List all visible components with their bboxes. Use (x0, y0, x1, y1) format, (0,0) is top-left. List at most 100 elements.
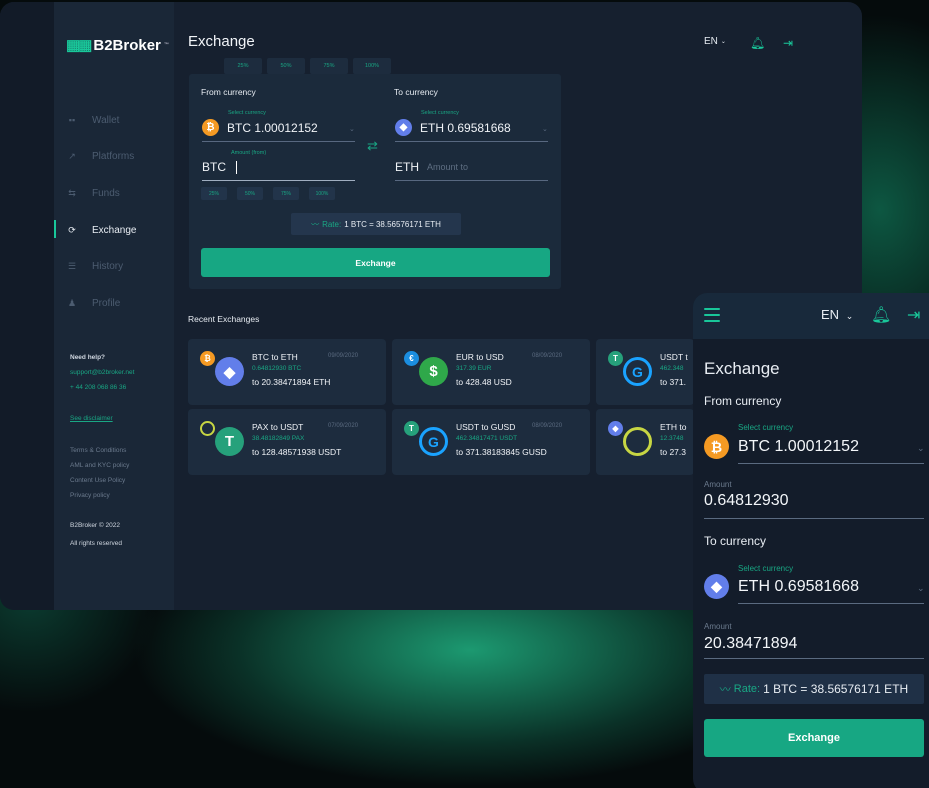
from-currency-label: From currency (201, 87, 256, 97)
rate-value: 1 BTC = 38.56576171 ETH (763, 682, 909, 696)
sidebar-gutter (0, 2, 54, 610)
sidebar-item-profile[interactable]: ♟ Profile (66, 293, 120, 313)
pct-25-tab[interactable]: 25% (224, 58, 262, 74)
logout-icon[interactable]: ⇥ (907, 305, 920, 325)
amount-to-input[interactable]: ETH Amount to (395, 160, 468, 174)
logo-text: B2Broker (93, 36, 161, 54)
to-currency-select[interactable]: ◆ ETH 0.69581668 (395, 119, 511, 136)
sidebar-item-label: Funds (92, 187, 120, 199)
pct-75-button[interactable]: 75% (273, 187, 299, 200)
pct-50-button[interactable]: 50% (237, 187, 263, 200)
to-currency-label: To currency (394, 87, 438, 97)
pct-75-tab[interactable]: 75% (310, 58, 348, 74)
exchange-date: 07/09/2020 (328, 423, 359, 429)
language-selector[interactable]: EN ⌄ (704, 36, 726, 47)
sidebar-item-label: Platforms (92, 150, 135, 162)
to-currency-value: ETH 0.69581668 (420, 120, 511, 135)
bitcoin-icon: ₿ (200, 351, 215, 366)
exchange-history-card[interactable]: € $ EUR to USD 08/09/2020 317.39 EUR to … (392, 339, 590, 405)
gusd-icon: G (419, 427, 448, 456)
euro-icon: € (404, 351, 419, 366)
chevron-down-icon: ⌄ (349, 126, 355, 133)
exchange-to-amount: to 20.38471894 ETH (252, 377, 331, 387)
exchange-date: 08/09/2020 (532, 353, 563, 359)
pct-100-tab[interactable]: 100% (353, 58, 391, 74)
trend-icon: 〰 (719, 684, 731, 696)
sidebar-item-history[interactable]: ☰ History (66, 256, 123, 276)
logo[interactable]: ▦▦ B2Broker ™ (66, 36, 169, 55)
help-title: Need help? (70, 354, 106, 361)
amount-label: Amount (704, 480, 732, 489)
language-label: EN (704, 36, 718, 47)
exchange-history-card[interactable]: T PAX to USDT 07/09/2020 38.48182849 PAX… (188, 409, 386, 475)
exchange-from-amount: 38.48182849 PAX (252, 435, 305, 442)
rate-label: Rate: (322, 219, 342, 229)
sidebar-item-platforms[interactable]: ↗ Platforms (66, 146, 134, 166)
terms-link[interactable]: Terms & Conditions (70, 447, 126, 454)
logout-icon[interactable]: ⇥ (783, 36, 793, 50)
content-policy-link[interactable]: Content Use Policy (70, 477, 125, 484)
sidebar-item-exchange[interactable]: ⟳ Exchange (66, 220, 136, 240)
from-currency-select[interactable]: ₿ BTC 1.00012152 (202, 119, 318, 136)
sidebar-item-wallet[interactable]: ▪▪ Wallet (66, 110, 120, 130)
user-icon: ♟ (67, 297, 77, 308)
rate-value: 1 BTC = 38.56576171 ETH (344, 219, 441, 229)
trend-icon: 〰 (311, 219, 320, 229)
dollar-icon: $ (419, 357, 448, 386)
logo-mark-icon: ▦▦ (66, 37, 92, 54)
swap-icon[interactable]: ⇄ (367, 138, 378, 154)
active-nav-indicator (54, 220, 56, 238)
exchange-button[interactable]: Exchange (201, 248, 550, 277)
mobile-amount-to-input[interactable]: 20.38471894 (704, 635, 797, 653)
pct-100-button[interactable]: 100% (309, 187, 335, 200)
bell-icon[interactable]: 🔔︎ (750, 36, 765, 50)
from-currency-value: BTC 1.00012152 (738, 437, 859, 455)
mobile-from-currency-select[interactable]: ₿ BTC 1.00012152 (704, 434, 859, 459)
exchange-history-card[interactable]: ₿ ◆ BTC to ETH 09/09/2020 0.64812930 BTC… (188, 339, 386, 405)
mobile-amount-from-input[interactable]: 0.64812930 (704, 492, 789, 510)
exchange-pair: USDT t (660, 352, 688, 362)
sidebar-item-funds[interactable]: ⇆ Funds (66, 183, 120, 203)
aml-kyc-link[interactable]: AML and KYC policy (70, 462, 129, 469)
bell-icon[interactable]: 🔔︎ (871, 305, 891, 325)
exchange-to-amount: to 371.38183845 GUSD (456, 447, 547, 457)
rate-display: 〰 Rate: 1 BTC = 38.56576171 ETH (291, 213, 461, 235)
rate-label: Rate: (733, 683, 761, 695)
support-email-link[interactable]: support@b2broker.net (70, 369, 134, 376)
copyright: B2Broker © 2022 (70, 522, 120, 529)
sidebar-item-label: Wallet (92, 114, 120, 126)
mobile-to-currency-select[interactable]: ◆ ETH 0.69581668 (704, 574, 859, 599)
chart-icon: ↗ (68, 150, 76, 161)
pct-50-tab[interactable]: 50% (267, 58, 305, 74)
exchange-date: 08/09/2020 (532, 423, 563, 429)
mobile-language-selector[interactable]: EN ⌄ (821, 307, 853, 322)
sidebar-item-label: History (92, 260, 124, 272)
pct-25-button[interactable]: 25% (201, 187, 227, 200)
to-code: ETH (395, 160, 419, 174)
rights-text: All rights reserved (70, 540, 123, 547)
privacy-link[interactable]: Privacy policy (70, 492, 110, 499)
select-currency-label: Select currency (421, 110, 459, 116)
exchange-to-amount: to 428.48 USD (456, 377, 512, 387)
select-currency-label: Select currency (738, 564, 794, 573)
pax-icon (623, 427, 652, 456)
exchange-history-card[interactable]: T G USDT to GUSD 08/09/2020 462.34817471… (392, 409, 590, 475)
mobile-exchange-button[interactable]: Exchange (704, 719, 924, 757)
tether-icon: T (608, 351, 623, 366)
support-phone-link[interactable]: + 44 208 068 86 36 (70, 384, 126, 391)
chevron-down-icon: ⌄ (917, 583, 925, 593)
exchange-history-card[interactable]: ◆ ETH to 12.3748 to 27.3 (596, 409, 694, 475)
divider (395, 141, 548, 142)
exchange-icon: ⟳ (68, 224, 76, 235)
menu-icon[interactable] (704, 308, 720, 326)
chevron-down-icon: ⌄ (845, 311, 854, 321)
exchange-to-amount: to 128.48571938 USDT (252, 447, 342, 457)
from-code: BTC (202, 160, 226, 174)
to-currency-label: To currency (704, 534, 767, 548)
amount-from-input[interactable]: BTC (202, 160, 237, 174)
select-currency-label: Select currency (228, 110, 266, 116)
recent-exchanges-title: Recent Exchanges (188, 314, 260, 324)
disclaimer-link[interactable]: See disclaimer (70, 415, 113, 422)
exchange-history-card[interactable]: T G USDT t 462.348 to 371. (596, 339, 694, 405)
mobile-header (693, 293, 929, 339)
